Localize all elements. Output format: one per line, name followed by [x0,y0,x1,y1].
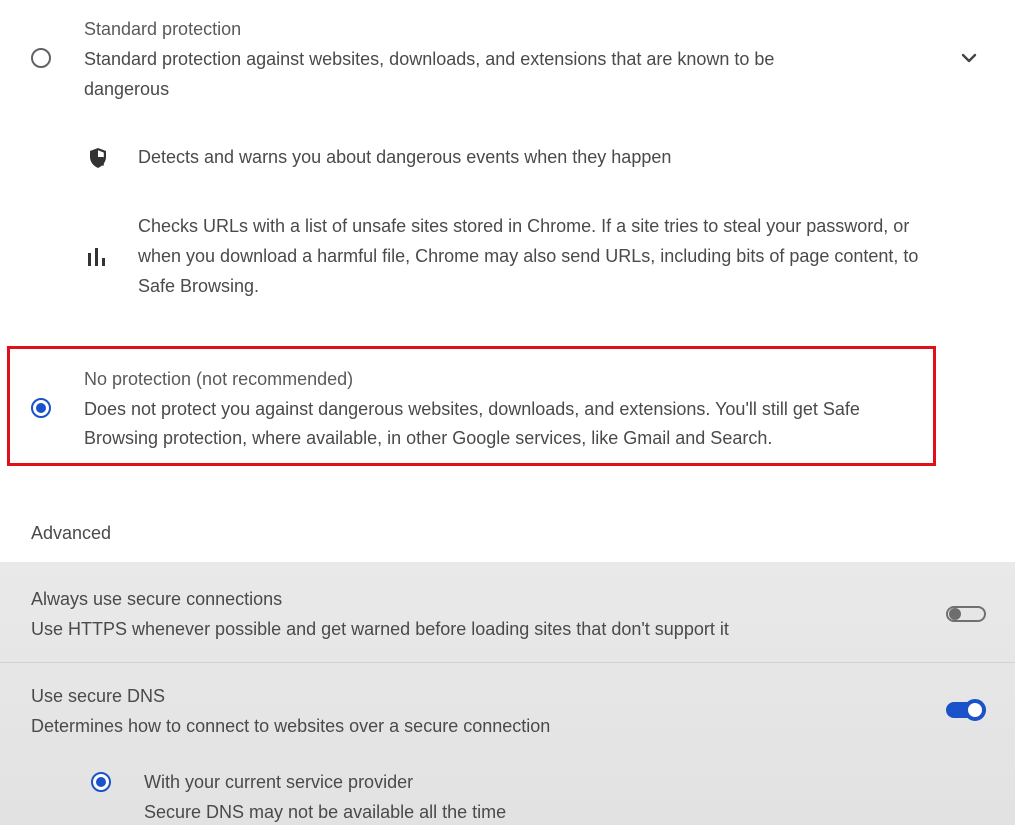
dns-option-desc: Secure DNS may not be available all the … [144,802,507,822]
https-toggle[interactable] [946,603,986,625]
bar-chart-icon [88,248,105,266]
https-title: Always use secure connections [31,589,283,609]
standard-protection-desc-1: Standard protection against websites, do… [84,49,775,69]
feature-checks-urls-1: Checks URLs with a list of unsafe sites … [138,216,910,236]
divider [0,662,1015,663]
standard-protection-radio[interactable] [31,48,51,68]
dns-toggle[interactable] [946,699,986,721]
no-protection-radio[interactable] [31,398,51,418]
dns-desc: Determines how to connect to websites ov… [31,716,551,736]
dns-provider-radio[interactable] [91,772,111,792]
no-protection-desc-2: Browsing protection, where available, in… [84,428,773,448]
feature-checks-urls-2: when you download a harmful file, Chrome… [138,246,919,266]
feature-checks-urls-3: Safe Browsing. [138,276,260,296]
https-desc: Use HTTPS whenever possible and get warn… [31,619,729,639]
no-protection-title: No protection (not recommended) [84,369,354,389]
no-protection-desc-1: Does not protect you against dangerous w… [84,399,860,419]
shield-icon [90,148,106,168]
standard-protection-desc-2: dangerous [84,79,170,99]
dns-option-title: With your current service provider [144,772,414,792]
feature-detects-warns: Detects and warns you about dangerous ev… [138,147,672,167]
advanced-heading: Advanced [31,523,112,543]
chevron-down-icon[interactable] [958,47,980,69]
standard-protection-title: Standard protection [84,19,242,39]
dns-title: Use secure DNS [31,686,166,706]
